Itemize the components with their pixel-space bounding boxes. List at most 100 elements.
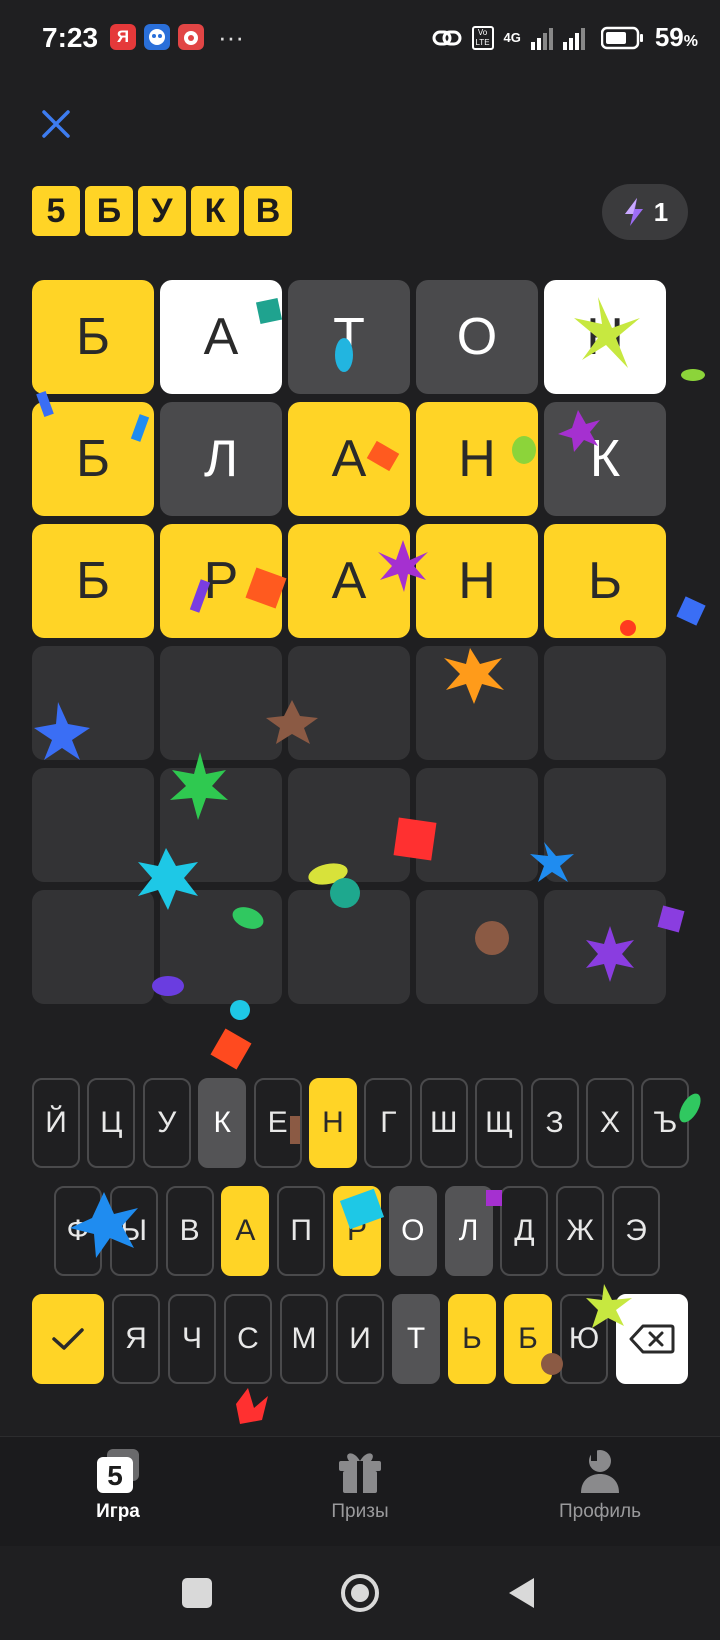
volte-label: Vo LTE [475,27,490,47]
hint-count: 1 [653,196,669,227]
key-letter[interactable]: А [221,1186,270,1276]
delete-button[interactable] [616,1294,688,1384]
key-letter[interactable]: К [198,1078,247,1168]
key-letter[interactable]: Б [504,1294,552,1384]
key-letter[interactable]: Я [112,1294,160,1384]
board-cell [32,768,154,882]
title-letter: В [244,186,292,236]
board-cell [160,890,282,1004]
board-cell [160,646,282,760]
board-cell: Б [32,402,154,516]
board-cell: А [288,402,410,516]
status-time: 7:23 [42,22,99,53]
key-letter[interactable]: Н [309,1078,357,1168]
confetti-piece [681,369,705,381]
nav-label-prizes: Призы [331,1501,389,1522]
board-cell: Н [416,402,538,516]
key-letter[interactable]: Ж [556,1186,605,1276]
key-letter[interactable]: З [530,1078,579,1168]
board-cell [288,768,410,882]
board-cell: Н [416,524,538,638]
board-cell: Р [160,524,282,638]
battery-unit: % [683,33,698,50]
board-cell [160,768,282,882]
board-cell [416,890,538,1004]
game-title: 5БУКВ [32,186,292,236]
board-cell: Л [160,402,282,516]
checkmark-icon [52,1328,84,1350]
key-letter[interactable]: Ч [168,1294,216,1384]
key-letter[interactable]: С [224,1294,272,1384]
title-letter: К [191,186,239,236]
nav-item-prizes[interactable]: Призы [280,1447,440,1523]
battery-icon [600,26,643,49]
confetti-piece [210,1028,252,1070]
board-cell: Т [288,280,410,394]
key-letter[interactable]: Ф [54,1186,102,1276]
board-cell [32,890,154,1004]
nav-item-profile[interactable]: Профиль [520,1447,680,1523]
close-button[interactable] [36,104,76,144]
triangle-back-icon[interactable] [506,1576,536,1610]
key-letter[interactable]: Г [364,1078,413,1168]
key-letter[interactable]: О [388,1186,437,1276]
svg-text:5: 5 [107,1460,123,1491]
key-letter[interactable]: Э [612,1186,660,1276]
key-letter[interactable]: Д [500,1186,549,1276]
backspace-icon [629,1324,675,1354]
key-letter[interactable]: П [277,1186,326,1276]
board-cell [416,646,538,760]
title-letter: Б [85,186,133,236]
board-cell: Н [544,280,666,394]
nav-label-game: Игра [96,1501,140,1522]
key-letter[interactable]: Х [586,1078,634,1168]
key-letter[interactable]: Ю [560,1294,608,1384]
board-cell [544,768,666,882]
key-letter[interactable]: В [165,1186,214,1276]
key-letter[interactable]: Ц [87,1078,136,1168]
key-letter[interactable]: Ъ [641,1078,690,1168]
circle-home-icon[interactable] [341,1574,379,1612]
board-cell [416,768,538,882]
volte-icon: Vo LTE [471,25,494,50]
key-letter[interactable]: Щ [475,1078,524,1168]
link-icon [432,30,461,45]
yandex-icon: Я [110,24,136,50]
bot-app-icon [144,24,170,50]
title-letter: У [138,186,186,236]
key-letter[interactable]: Р [333,1186,381,1276]
bottom-navigation: 5 Игра Призы Профиль [0,1436,720,1547]
key-letter[interactable]: У [142,1078,191,1168]
notification-icons: Я ··· [110,24,244,50]
key-letter[interactable]: Ш [419,1078,468,1168]
board-cell: А [288,524,410,638]
key-letter[interactable]: Ь [448,1294,496,1384]
board-cell [544,646,666,760]
battery-percent: 59% [655,22,698,53]
key-letter[interactable]: М [280,1294,328,1384]
hint-button[interactable]: 1 [602,184,688,240]
signal-icon [530,27,585,50]
key-letter[interactable]: Ы [109,1186,158,1276]
confetti-piece [236,1388,268,1424]
key-letter[interactable]: Т [392,1294,440,1384]
board-cell [544,890,666,1004]
key-letter[interactable]: И [336,1294,384,1384]
square-recents-icon[interactable] [182,1578,212,1608]
gift-icon [339,1453,381,1493]
profile-icon [581,1450,619,1493]
confetti-piece [676,596,706,626]
key-letter[interactable]: Л [444,1186,493,1276]
enter-button[interactable] [32,1294,104,1384]
nav-item-game[interactable]: 5 Игра [38,1447,198,1523]
key-letter[interactable]: Й [32,1078,80,1168]
network-type: 4G [503,30,521,45]
status-right: Vo LTE 4G 59% [432,22,698,53]
board-cell [32,646,154,760]
board-cell: К [544,402,666,516]
nav-label-profile: Профиль [558,1501,642,1522]
system-navigation [0,1546,720,1640]
key-letter[interactable]: Е [253,1078,302,1168]
game-5-icon: 5 [97,1449,139,1493]
board-cell: Ь [544,524,666,638]
